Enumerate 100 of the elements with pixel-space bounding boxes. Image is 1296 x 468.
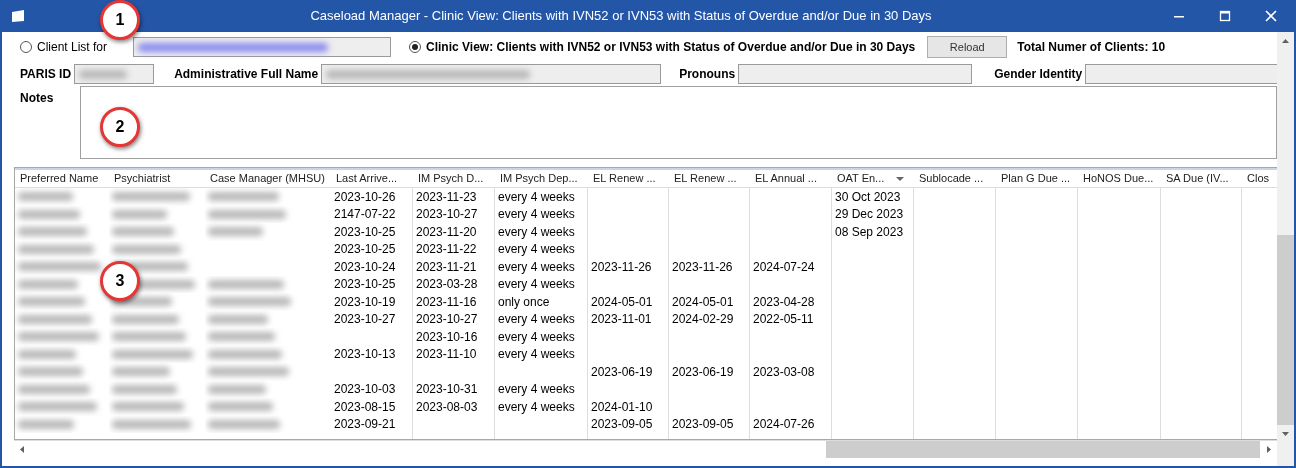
table-cell: 2023-10-25 bbox=[334, 223, 396, 241]
table-cell-text: 2023-10-03 bbox=[334, 381, 396, 398]
table-cell: 2024-07-24 bbox=[753, 258, 815, 276]
blurred-text bbox=[112, 244, 181, 254]
table-cell: 2023-08-15 bbox=[334, 398, 396, 416]
table-cell-text: 2023-10-27 bbox=[416, 311, 478, 328]
table-cell: 2023-06-19 bbox=[672, 363, 734, 381]
table-cell: every 4 weeks bbox=[498, 328, 575, 346]
table-cell-text: every 4 weeks bbox=[498, 311, 575, 328]
table-cell: 2023-11-26 bbox=[591, 258, 652, 276]
table-cell: 2023-11-16 bbox=[416, 293, 477, 311]
text-field[interactable] bbox=[321, 64, 662, 84]
table-cell: 2024-05-01 bbox=[672, 293, 734, 311]
column-header[interactable]: IM Psych Dep... bbox=[495, 170, 588, 187]
window-title: Caseload Manager - Clinic View: Clients with IVN52 or IVN53 with Status of Overdue and/or Due in 30 Days bbox=[310, 7, 932, 26]
table-cell: 2024-05-01 bbox=[591, 293, 653, 311]
blurred-text bbox=[208, 332, 275, 342]
vertical-scrollbar[interactable] bbox=[1277, 32, 1294, 466]
radio-button[interactable] bbox=[409, 41, 422, 53]
table-cell: 2023-11-26 bbox=[672, 258, 733, 276]
blurred-text bbox=[208, 227, 263, 237]
blurred-text bbox=[208, 384, 266, 394]
column-header[interactable]: OAT En... bbox=[832, 170, 914, 187]
column-header[interactable]: Clos bbox=[1242, 170, 1277, 187]
blurred-text bbox=[18, 297, 85, 307]
field-label: Gender Identity bbox=[994, 66, 1083, 83]
maximize-icon bbox=[1219, 10, 1231, 22]
table-cell: every 4 weeks bbox=[498, 188, 575, 206]
table-cell-text: 2023-11-22 bbox=[416, 241, 477, 258]
table-cell-text: every 4 weeks bbox=[498, 381, 575, 398]
blurred-text bbox=[18, 349, 76, 359]
blurred-text bbox=[18, 279, 78, 289]
column-header[interactable]: IM Psych D... bbox=[413, 170, 495, 187]
close-icon bbox=[1265, 10, 1277, 22]
table-cell: 2023-10-26 bbox=[334, 188, 396, 206]
radio-button[interactable] bbox=[20, 41, 32, 53]
table-cell: 2023-11-21 bbox=[416, 258, 477, 276]
reload-button[interactable]: Reload bbox=[927, 36, 1008, 58]
table-cell-text: 2147-07-22 bbox=[334, 206, 396, 223]
column-header[interactable]: EL Annual ... bbox=[750, 170, 832, 187]
table-cell: every 4 weeks bbox=[498, 258, 575, 276]
blurred-text bbox=[208, 192, 279, 202]
blurred-text bbox=[18, 209, 80, 219]
table-cell-text: 2023-10-25 bbox=[334, 276, 396, 293]
table-cell: 2023-04-28 bbox=[753, 293, 815, 311]
column-header[interactable]: Plan G Due ... bbox=[996, 170, 1078, 187]
table-cell: 2023-06-19 bbox=[591, 363, 653, 381]
table-cell: 2023-03-08 bbox=[753, 363, 815, 381]
blurred-text bbox=[112, 384, 177, 394]
table-cell-text: 2024-02-29 bbox=[672, 311, 734, 328]
table-cell: 2023-11-20 bbox=[416, 223, 477, 241]
table-cell: every 4 weeks bbox=[498, 223, 575, 241]
blurred-text bbox=[112, 209, 167, 219]
table-cell-text: every 4 weeks bbox=[498, 206, 575, 223]
table-cell-text: every 4 weeks bbox=[498, 241, 575, 258]
scrollbar-thumb[interactable] bbox=[1277, 235, 1294, 425]
field-label: Administrative Full Name bbox=[174, 66, 319, 83]
table-cell-text: 2023-11-01 bbox=[591, 311, 652, 328]
table-cell: every 4 weeks bbox=[498, 398, 575, 416]
table-cell-text: 2023-10-31 bbox=[416, 381, 478, 398]
table-cell-text: 2022-05-11 bbox=[753, 311, 814, 328]
blurred-text bbox=[18, 419, 74, 429]
table-cell: 2023-11-23 bbox=[416, 188, 477, 206]
column-header[interactable]: EL Renew ... bbox=[588, 170, 669, 187]
column-header[interactable]: Preferred Name bbox=[15, 170, 109, 187]
client-list-field[interactable] bbox=[133, 37, 392, 57]
table-cell-text: 2023-09-05 bbox=[591, 416, 653, 433]
table-cell-text: 2023-03-28 bbox=[416, 276, 478, 293]
table-cell-text: 2023-10-25 bbox=[334, 241, 396, 258]
blurred-text bbox=[112, 367, 170, 377]
column-header[interactable]: Psychiatrist bbox=[109, 170, 205, 187]
table-cell: 2023-10-24 bbox=[334, 258, 396, 276]
total-clients-text: Total Numer of Clients: 10 bbox=[1017, 39, 1166, 56]
table-cell-text: 2023-09-21 bbox=[334, 416, 396, 433]
text-field[interactable] bbox=[1085, 64, 1277, 84]
blurred-text bbox=[18, 367, 83, 377]
text-field[interactable] bbox=[74, 64, 155, 84]
radio-label[interactable]: Clinic View: Clients with IVN52 or IVN53 with Status of Overdue and/or Due in 30 Days bbox=[426, 38, 916, 56]
column-header[interactable]: Case Manager (MHSU) bbox=[205, 170, 331, 187]
column-header[interactable]: HoNOS Due... bbox=[1078, 170, 1161, 187]
table-cell-text: 29 Dec 2023 bbox=[835, 206, 904, 223]
field-label: Pronouns bbox=[679, 66, 736, 83]
column-header[interactable]: Sublocade ... bbox=[914, 170, 996, 187]
blurred-text bbox=[112, 227, 174, 237]
column-header[interactable]: SA Due (IV... bbox=[1161, 170, 1242, 187]
table-cell: 2023-10-19 bbox=[334, 293, 396, 311]
text-field[interactable] bbox=[738, 64, 973, 84]
table-cell-text: 2023-10-27 bbox=[416, 206, 478, 223]
blurred-text bbox=[18, 192, 73, 202]
app-icon bbox=[10, 9, 26, 23]
blurred-text bbox=[112, 402, 184, 412]
column-header[interactable]: EL Renew ... bbox=[669, 170, 750, 187]
blurred-text bbox=[208, 402, 273, 412]
table-cell: only once bbox=[498, 293, 550, 311]
column-header[interactable]: Last Arrive... bbox=[331, 170, 413, 187]
table-cell: 30 Oct 2023 bbox=[835, 188, 901, 206]
notes-field[interactable] bbox=[80, 86, 1277, 159]
scrollbar-thumb[interactable] bbox=[826, 441, 1260, 458]
table-cell-text: 2023-09-05 bbox=[672, 416, 734, 433]
radio-label[interactable]: Client List for bbox=[37, 38, 108, 56]
